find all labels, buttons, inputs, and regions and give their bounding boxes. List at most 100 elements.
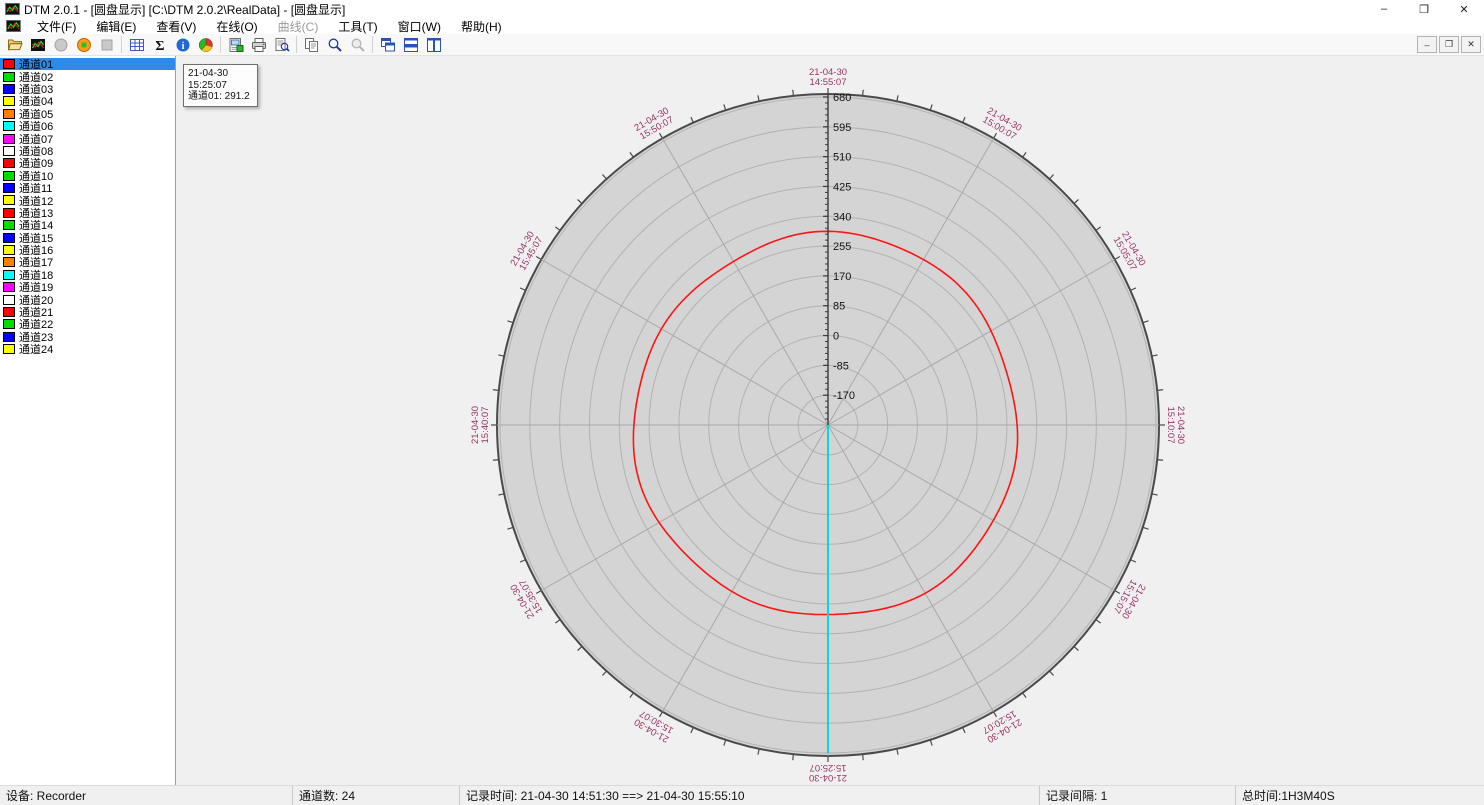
time-label-time: 15:40:07 [480, 407, 491, 444]
axis-value-label: 0 [833, 331, 839, 343]
rim-tick [1143, 527, 1149, 529]
rim-tick [498, 355, 504, 356]
close-icon[interactable]: ✕ [1444, 0, 1484, 18]
menu-bar-items: 文件(F)编辑(E)查看(V)在线(O)曲线(C)工具(T)窗口(W)帮助(H) [27, 18, 512, 34]
rim-tick [930, 104, 932, 110]
record-active-button[interactable] [72, 34, 95, 55]
zoom-button[interactable] [323, 34, 346, 55]
pie-chart-button[interactable] [194, 34, 217, 55]
export-image-button[interactable] [224, 34, 247, 55]
channel-color-swatch [3, 59, 15, 69]
mdi-restore-icon[interactable]: ❐ [1439, 36, 1459, 53]
channel-color-swatch [3, 171, 15, 181]
dial-chart-panel[interactable]: 680595510425340255170850-85-17021-04-301… [176, 56, 1484, 785]
tile-horizontal-button[interactable] [399, 34, 422, 55]
statistics-sigma-icon: Σ [152, 37, 168, 53]
svg-text:i: i [181, 41, 184, 52]
status-field-0: 设备: Recorder [0, 786, 293, 805]
data-table-icon [129, 37, 145, 53]
rim-tick [1023, 693, 1027, 698]
copy-button[interactable] [300, 34, 323, 55]
rim-tick [691, 117, 693, 122]
statistics-sigma-button[interactable]: Σ [148, 34, 171, 55]
rim-tick [994, 133, 997, 138]
axis-value-label: 255 [833, 241, 851, 253]
axis-value-label: 680 [833, 92, 851, 104]
info-icon: i [175, 37, 191, 53]
print-preview-button[interactable] [270, 34, 293, 55]
restore-icon[interactable]: ❐ [1404, 0, 1444, 18]
channel-color-swatch [3, 307, 15, 317]
rim-tick [630, 152, 634, 157]
rim-tick [493, 390, 499, 391]
rim-tick [507, 527, 513, 529]
tile-vertical-button[interactable] [422, 34, 445, 55]
print-button[interactable] [247, 34, 270, 55]
rim-tick [1096, 227, 1101, 231]
rim-tick [660, 712, 663, 717]
menu-item-help[interactable]: 帮助(H) [451, 18, 512, 34]
menu-item-tools[interactable]: 工具(T) [328, 18, 387, 34]
rim-tick [603, 175, 607, 179]
menu-bar: 文件(F)编辑(E)查看(V)在线(O)曲线(C)工具(T)窗口(W)帮助(H) [0, 18, 1484, 34]
rim-tick [555, 620, 560, 624]
menu-item-view[interactable]: 查看(V) [146, 18, 206, 34]
rim-tick [863, 90, 864, 96]
cascade-windows-icon [380, 37, 396, 53]
toolbar-separator [372, 36, 373, 53]
channel-color-swatch [3, 96, 15, 106]
menu-item-window[interactable]: 窗口(W) [388, 18, 451, 34]
mdi-document-icon[interactable] [6, 20, 21, 32]
open-file-button[interactable] [3, 34, 26, 55]
rim-tick [1074, 200, 1078, 204]
window-title: DTM 2.0.1 - [圆盘显示] [C:\DTM 2.0.2\RealDat… [24, 1, 345, 18]
channel-color-swatch [3, 257, 15, 267]
menu-item-file[interactable]: 文件(F) [27, 18, 86, 34]
channel-color-swatch [3, 319, 15, 329]
rim-tick [1115, 257, 1120, 260]
data-table-button[interactable] [125, 34, 148, 55]
tooltip-channel-value: 通道01: 291.2 [188, 91, 250, 103]
toolbar: Σi – ❐ ✕ [0, 34, 1484, 56]
rim-tick [555, 227, 560, 231]
print-preview-icon [274, 37, 290, 53]
chart-window-button[interactable] [26, 34, 49, 55]
mdi-close-icon[interactable]: ✕ [1461, 36, 1481, 53]
channel-color-swatch [3, 344, 15, 354]
tooltip-time: 15:25:07 [188, 80, 250, 92]
rim-tick [520, 560, 525, 562]
time-label-time: 15:25:07 [810, 762, 847, 773]
info-button[interactable]: i [171, 34, 194, 55]
menu-item-online[interactable]: 在线(O) [206, 18, 267, 34]
zoom-icon [327, 37, 343, 53]
channel-color-swatch [3, 121, 15, 131]
polar-dial-chart[interactable]: 680595510425340255170850-85-17021-04-301… [176, 56, 1484, 785]
channel-color-swatch [3, 158, 15, 168]
rim-tick [724, 740, 726, 746]
rim-tick [498, 494, 504, 495]
cascade-windows-button[interactable] [376, 34, 399, 55]
rim-tick [963, 727, 965, 732]
channel-color-swatch [3, 208, 15, 218]
channel-color-swatch [3, 295, 15, 305]
channel-list-item[interactable]: 通道24 [0, 343, 175, 355]
channel-color-swatch [3, 270, 15, 280]
channel-color-swatch [3, 183, 15, 193]
time-label-group: 21-04-3015:25:07 [809, 762, 847, 783]
minimize-icon[interactable]: – [1364, 0, 1404, 18]
rim-tick [493, 460, 499, 461]
mdi-minimize-icon[interactable]: – [1417, 36, 1437, 53]
main-content: 通道01通道02通道03通道04通道05通道06通道07通道08通道09通道10… [0, 56, 1484, 785]
menu-item-edit[interactable]: 编辑(E) [86, 18, 146, 34]
rim-tick [1157, 390, 1163, 391]
app-icon [5, 3, 20, 15]
status-bar: 设备: Recorder通道数: 24记录时间: 21-04-30 14:51:… [0, 785, 1484, 805]
status-field-4: 总时间:1H3M40S [1236, 786, 1484, 805]
title-bar: DTM 2.0.1 - [圆盘显示] [C:\DTM 2.0.2\RealDat… [0, 0, 1484, 18]
rim-tick [1074, 646, 1078, 650]
stop-icon [99, 37, 115, 53]
pie-chart-icon [198, 37, 214, 53]
rim-tick [1049, 671, 1053, 675]
rim-tick [758, 749, 759, 755]
rim-tick [660, 133, 663, 138]
